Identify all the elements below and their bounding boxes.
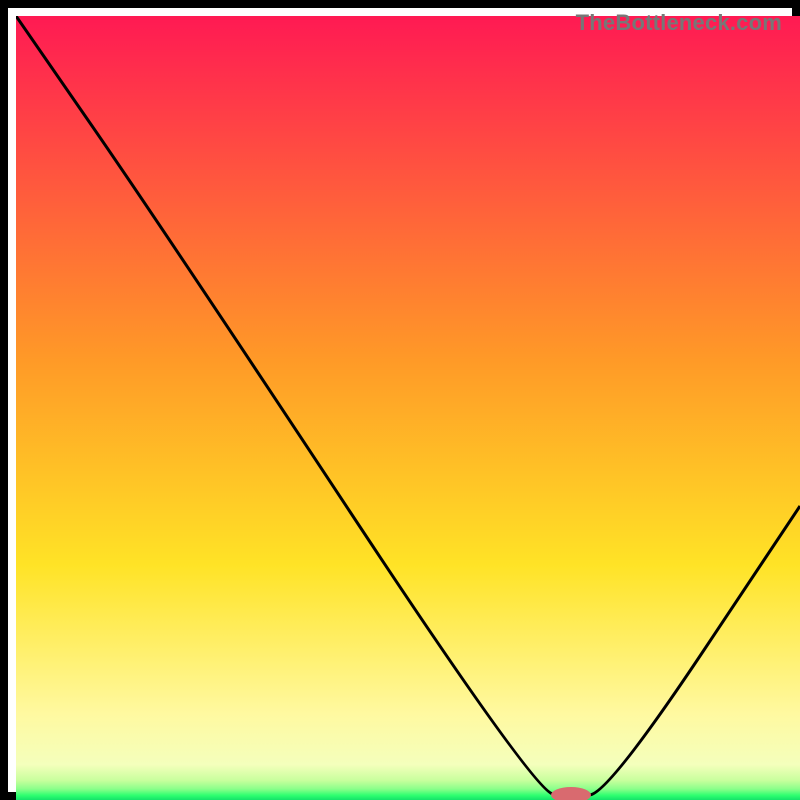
- chart-frame: TheBottleneck.com: [0, 0, 800, 800]
- chart-plot: [16, 16, 800, 800]
- watermark-text: TheBottleneck.com: [576, 10, 782, 36]
